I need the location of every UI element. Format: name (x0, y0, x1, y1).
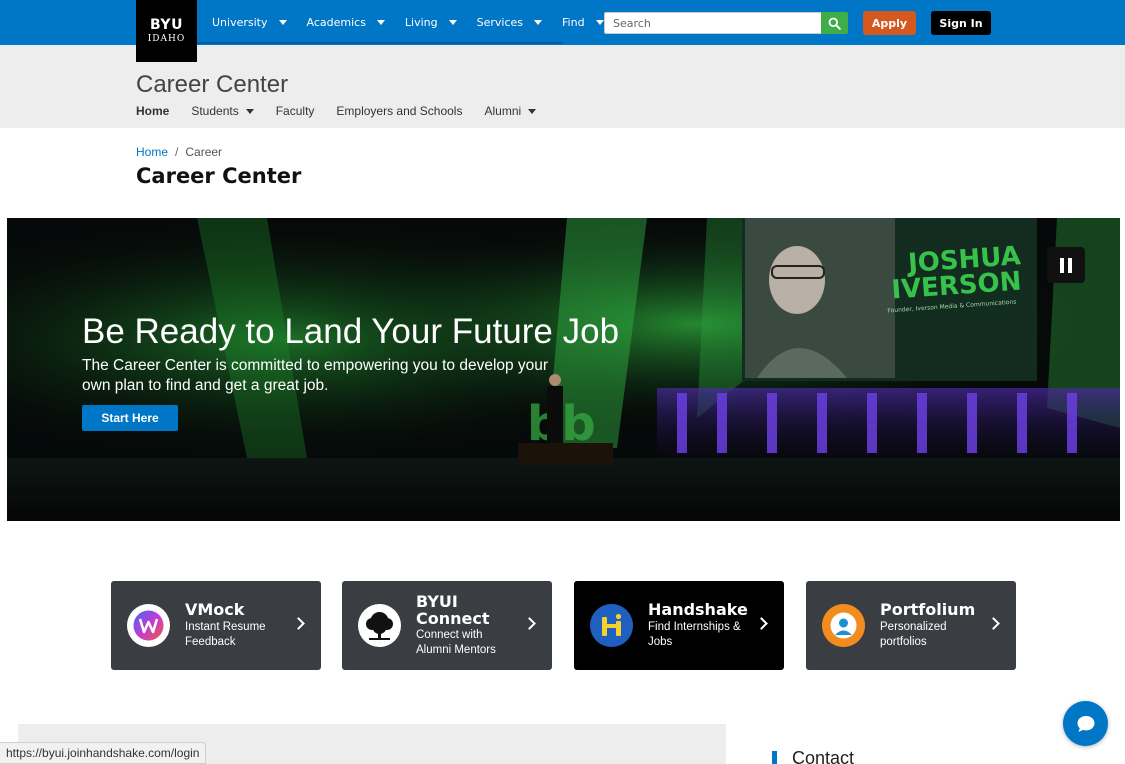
start-here-button[interactable]: Start Here (82, 405, 178, 431)
nav-find-label: Find (562, 15, 585, 29)
search-icon (828, 17, 841, 30)
chevron-right-icon (755, 617, 768, 630)
caret-down-icon (595, 19, 604, 25)
site-nav: Home Students Faculty Employers and Scho… (136, 104, 558, 118)
nav-academics[interactable]: Academics (307, 16, 385, 29)
portfolium-logo-icon (822, 604, 865, 647)
hero-headline: Be Ready to Land Your Future Job (82, 312, 620, 351)
card-title-line2: Connect (416, 609, 490, 628)
chat-button[interactable] (1063, 701, 1108, 746)
card-title: VMock (185, 600, 245, 619)
card-byui-connect[interactable]: BYUI Connect Connect with Alumni Mentors (342, 581, 552, 670)
nav-underline (197, 42, 563, 44)
breadcrumb-current: Career (185, 145, 223, 159)
pause-icon (1068, 257, 1072, 273)
nav-living[interactable]: Living (405, 16, 457, 29)
breadcrumb-separator: / (175, 145, 179, 159)
caret-down-icon (448, 19, 457, 25)
byu-idaho-logo[interactable]: BYU IDAHO (136, 0, 197, 62)
sign-in-button[interactable]: Sign In (931, 11, 991, 35)
site-nav-employers[interactable]: Employers and Schools (336, 104, 462, 118)
contact-accent-bar (772, 751, 777, 764)
card-title: Portfolium (880, 600, 976, 619)
breadcrumb-home-link[interactable]: Home (136, 145, 168, 159)
breadcrumb: Home / Career (136, 145, 222, 159)
nav-services-label: Services (476, 15, 524, 29)
pause-icon (1060, 257, 1064, 273)
site-nav-students[interactable]: Students (191, 104, 254, 118)
card-description: Personalized portfolios (880, 621, 947, 648)
nav-university-label: University (212, 15, 268, 29)
chevron-right-icon (987, 617, 1000, 630)
tree-logo-icon (358, 604, 401, 647)
card-title: Handshake (648, 600, 748, 619)
card-vmock[interactable]: VMock Instant Resume Feedback (111, 581, 321, 670)
card-description: Instant Resume Feedback (185, 621, 266, 648)
pause-slideshow-button[interactable] (1047, 247, 1085, 283)
caret-down-icon (376, 19, 385, 25)
card-portfolium[interactable]: Portfolium Personalized portfolios (806, 581, 1016, 670)
chevron-right-icon (523, 617, 536, 630)
hero-banner: JOSHUA IVERSON Founder, Iverson Media & … (7, 218, 1120, 521)
site-nav-home[interactable]: Home (136, 104, 169, 118)
site-title[interactable]: Career Center (136, 71, 288, 99)
site-nav-students-label: Students (191, 104, 239, 118)
global-nav: University Academics Living Services Fin… (212, 0, 624, 44)
logo-subtext: IDAHO (147, 34, 186, 44)
contact-heading: Contact (792, 748, 855, 764)
card-description: Find Internships & Jobs (648, 621, 741, 648)
logo-text: BYU (150, 17, 183, 33)
search-button[interactable] (821, 12, 848, 34)
caret-down-icon (245, 108, 254, 114)
site-nav-alumni[interactable]: Alumni (484, 104, 537, 118)
nav-living-label: Living (404, 15, 438, 29)
site-nav-employers-label: Employers and Schools (336, 104, 463, 118)
chevron-right-icon (292, 617, 305, 630)
caret-down-icon (534, 19, 543, 25)
site-nav-alumni-label: Alumni (484, 104, 522, 118)
page-title: Career Center (136, 164, 302, 188)
vmock-logo-icon (127, 604, 170, 647)
card-description: Connect with Alumni Mentors (416, 629, 496, 656)
site-nav-faculty-label: Faculty (275, 104, 315, 118)
nav-services[interactable]: Services (476, 15, 543, 29)
chat-bubble-icon (1077, 715, 1094, 732)
card-title: BYUI Connect (416, 593, 490, 627)
search-box (604, 12, 848, 34)
nav-university[interactable]: University (212, 16, 287, 29)
card-title-line1: BYUI (416, 592, 458, 611)
site-nav-home-label: Home (136, 104, 170, 118)
nav-find[interactable]: Find (562, 16, 604, 29)
browser-status-bar: https://byui.joinhandshake.com/login (0, 742, 207, 764)
caret-down-icon (278, 19, 287, 25)
site-nav-faculty[interactable]: Faculty (276, 104, 315, 118)
caret-down-icon (528, 108, 537, 114)
card-handshake[interactable]: Handshake Find Internships & Jobs (574, 581, 784, 670)
search-input[interactable] (604, 12, 822, 34)
apply-button[interactable]: Apply (863, 11, 916, 35)
hero-subtext: The Career Center is committed to empowe… (82, 357, 549, 394)
handshake-logo-icon (590, 604, 633, 647)
nav-academics-label: Academics (306, 15, 366, 29)
